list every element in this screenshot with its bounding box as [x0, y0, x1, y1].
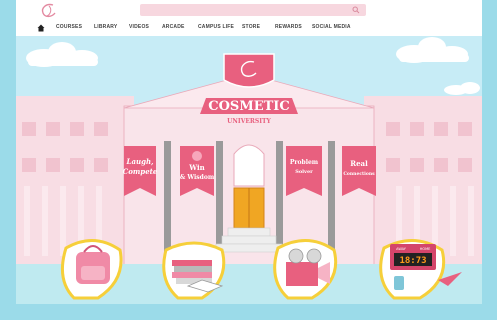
- campus-illustration: COSMETIC UNIVERSITY Laugh, Compete Win &…: [16, 37, 482, 304]
- scoreboard-right-label: HOME: [420, 247, 431, 251]
- nav-social-media[interactable]: SOCIAL MEDIA: [312, 24, 351, 30]
- cloud-left: [26, 42, 98, 67]
- search-icon[interactable]: [352, 6, 360, 14]
- banner-win-line1: Win: [188, 163, 205, 172]
- banner-real-line1: Real: [350, 159, 368, 168]
- nav-courses[interactable]: COURSES: [56, 24, 82, 30]
- nav-store[interactable]: STORE: [242, 24, 260, 30]
- nav-library[interactable]: LIBRARY: [94, 24, 117, 30]
- crest-title: COSMETIC: [208, 99, 289, 114]
- browser-background: COURSES LIBRARY VIDEOS ARCADE CAMPUS LIF…: [0, 0, 497, 320]
- banner-real-line2: Connections: [343, 171, 375, 177]
- search-input[interactable]: [140, 4, 366, 16]
- header: COURSES LIBRARY VIDEOS ARCADE CAMPUS LIF…: [16, 0, 482, 36]
- banner-laugh-line2: Compete: [123, 167, 158, 176]
- crest-subtitle: UNIVERSITY: [227, 118, 271, 125]
- nav-arcade[interactable]: ARCADE: [162, 24, 185, 30]
- university-logo[interactable]: [38, 2, 60, 20]
- page: COURSES LIBRARY VIDEOS ARCADE CAMPUS LIF…: [16, 0, 482, 304]
- nav-campus-life[interactable]: CAMPUS LIFE: [198, 24, 234, 30]
- cloud-small: [444, 82, 480, 95]
- building-left-wing: [16, 96, 134, 266]
- banner-laugh-line1: Laugh,: [126, 157, 154, 166]
- banner-win-line2: & Wisdom: [180, 174, 215, 181]
- scoreboard-digits: 18:73: [399, 256, 426, 266]
- scoreboard-left-label: AWAY: [396, 247, 407, 251]
- home-icon[interactable]: [37, 24, 45, 32]
- arched-window: [233, 144, 265, 187]
- cloud-right: [396, 37, 469, 63]
- nav-rewards[interactable]: REWARDS: [275, 24, 302, 30]
- nav-videos[interactable]: VIDEOS: [129, 24, 149, 30]
- campus-scene: COSMETIC UNIVERSITY Laugh, Compete Win &…: [16, 36, 482, 304]
- banner-problem-line2: Solver: [295, 169, 313, 175]
- main-nav: COURSES LIBRARY VIDEOS ARCADE CAMPUS LIF…: [16, 23, 482, 35]
- banner-problem-line1: Problem: [290, 159, 319, 166]
